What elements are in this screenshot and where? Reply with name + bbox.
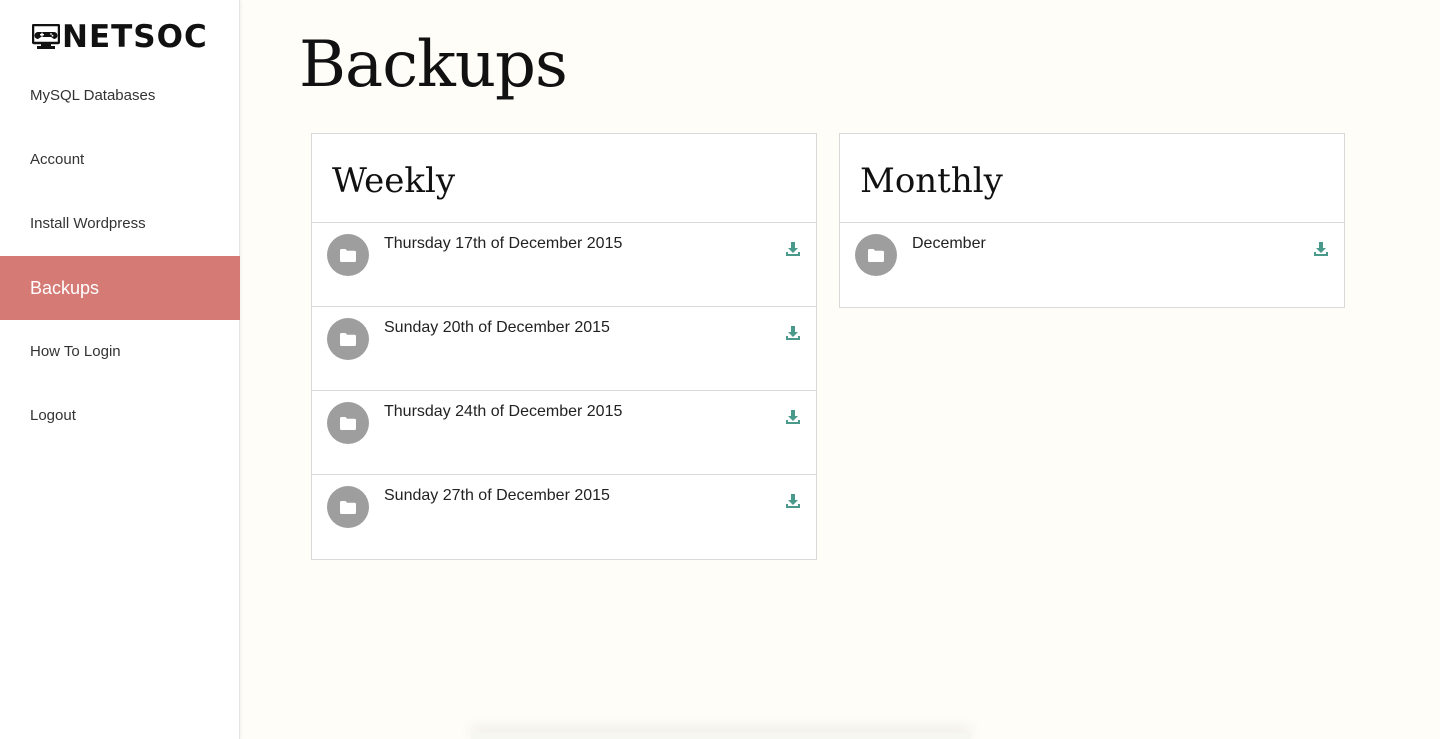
sidebar-item-account[interactable]: Account xyxy=(0,128,240,192)
sidebar-item-backups[interactable]: Backups xyxy=(0,256,240,320)
download-icon[interactable] xyxy=(785,325,801,341)
backup-row: Thursday 24th of December 2015 xyxy=(312,391,816,475)
folder-icon xyxy=(855,234,897,276)
backup-row: Sunday 20th of December 2015 xyxy=(312,307,816,391)
backup-date-label: Thursday 17th of December 2015 xyxy=(384,235,623,252)
download-icon[interactable] xyxy=(1313,241,1329,257)
folder-icon xyxy=(327,402,369,444)
sidebar: NETSOC MySQL Databases Account Install W… xyxy=(0,0,240,739)
logo[interactable]: NETSOC xyxy=(32,20,208,54)
monthly-card-header: Monthly xyxy=(840,134,1344,223)
backup-row: Thursday 17th of December 2015 xyxy=(312,223,816,307)
sidebar-item-mysql-databases[interactable]: MySQL Databases xyxy=(0,64,240,128)
main-content: Backups Weekly Thursday 17th of December… xyxy=(241,0,1440,739)
backup-month-label: December xyxy=(912,235,986,252)
folder-icon xyxy=(327,486,369,528)
folder-icon xyxy=(327,318,369,360)
weekly-card-title: Weekly xyxy=(332,161,456,201)
folder-icon xyxy=(327,234,369,276)
sidebar-nav: MySQL Databases Account Install Wordpres… xyxy=(0,64,240,448)
monthly-card: Monthly December xyxy=(839,133,1345,308)
weekly-card: Weekly Thursday 17th of December 2015 Su… xyxy=(311,133,817,560)
backup-row: Sunday 27th of December 2015 xyxy=(312,475,816,559)
backup-date-label: Sunday 20th of December 2015 xyxy=(384,319,610,336)
page-title: Backups xyxy=(299,28,568,102)
download-icon[interactable] xyxy=(785,409,801,425)
sidebar-item-how-to-login[interactable]: How To Login xyxy=(0,320,240,384)
backup-date-label: Thursday 24th of December 2015 xyxy=(384,403,623,420)
download-icon[interactable] xyxy=(785,493,801,509)
computer-gamepad-icon xyxy=(32,24,60,50)
weekly-card-header: Weekly xyxy=(312,134,816,223)
sidebar-item-logout[interactable]: Logout xyxy=(0,384,240,448)
backup-date-label: Sunday 27th of December 2015 xyxy=(384,487,610,504)
monthly-card-title: Monthly xyxy=(860,161,1003,201)
backup-row: December xyxy=(840,223,1344,307)
download-icon[interactable] xyxy=(785,241,801,257)
bottom-overlay-shadow xyxy=(471,733,971,739)
logo-text: NETSOC xyxy=(62,19,208,55)
sidebar-item-install-wordpress[interactable]: Install Wordpress xyxy=(0,192,240,256)
